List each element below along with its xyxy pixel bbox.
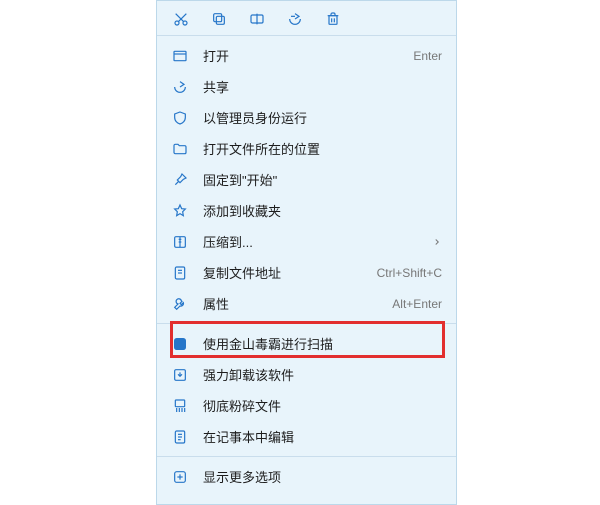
- rename-icon: [249, 11, 265, 27]
- share-button[interactable]: [285, 9, 305, 29]
- menu-item-label: 属性: [203, 294, 392, 313]
- share-icon: [287, 11, 303, 27]
- delete-icon: [325, 11, 341, 27]
- menu-item-shortcut: Alt+Enter: [392, 297, 442, 311]
- menu-item-label: 强力卸载该软件: [203, 365, 442, 384]
- menu-item-add-favorite[interactable]: 添加到收藏夹: [157, 195, 456, 226]
- menu-item-antivirus-scan[interactable]: 使用金山毒霸进行扫描: [157, 328, 456, 359]
- context-menu: 打开 Enter 共享 以管理员身份运行: [156, 0, 457, 505]
- menu-item-label: 压缩到...: [203, 232, 426, 251]
- toolbar: [157, 7, 456, 36]
- menu-item-label: 使用金山毒霸进行扫描: [203, 334, 442, 353]
- menu-item-share[interactable]: 共享: [157, 71, 456, 102]
- copy-path-icon: [171, 264, 189, 282]
- copy-icon: [211, 11, 227, 27]
- share-arrow-icon: [171, 78, 189, 96]
- menu-item-shortcut: Ctrl+Shift+C: [377, 266, 442, 280]
- menu-item-label: 共享: [203, 77, 442, 96]
- star-icon: [171, 202, 189, 220]
- folder-icon: [171, 140, 189, 158]
- menu-item-label: 在记事本中编辑: [203, 427, 442, 446]
- cut-button[interactable]: [171, 9, 191, 29]
- wrench-icon: [171, 295, 189, 313]
- antivirus-icon: [171, 335, 189, 353]
- menu-item-label: 显示更多选项: [203, 467, 442, 486]
- menu-item-edit-notepad[interactable]: 在记事本中编辑: [157, 421, 456, 452]
- cut-icon: [173, 11, 189, 27]
- menu-item-show-more[interactable]: 显示更多选项: [157, 461, 456, 492]
- menu-item-properties[interactable]: 属性 Alt+Enter: [157, 288, 456, 319]
- copy-button[interactable]: [209, 9, 229, 29]
- menu-item-pin-start[interactable]: 固定到"开始": [157, 164, 456, 195]
- menu-item-run-as-admin[interactable]: 以管理员身份运行: [157, 102, 456, 133]
- rename-button[interactable]: [247, 9, 267, 29]
- separator: [157, 456, 456, 457]
- menu-item-shortcut: Enter: [413, 49, 442, 63]
- open-icon: [171, 47, 189, 65]
- delete-button[interactable]: [323, 9, 343, 29]
- notepad-icon: [171, 428, 189, 446]
- menu-item-compress[interactable]: 压缩到...: [157, 226, 456, 257]
- menu-item-label: 添加到收藏夹: [203, 201, 442, 220]
- chevron-right-icon: [432, 237, 442, 247]
- menu-item-open[interactable]: 打开 Enter: [157, 40, 456, 71]
- menu-item-label: 彻底粉碎文件: [203, 396, 442, 415]
- archive-icon: [171, 233, 189, 251]
- menu-item-label: 打开文件所在的位置: [203, 139, 442, 158]
- menu-item-open-location[interactable]: 打开文件所在的位置: [157, 133, 456, 164]
- more-options-icon: [171, 468, 189, 486]
- menu-item-label: 固定到"开始": [203, 170, 442, 189]
- menu-item-label: 打开: [203, 46, 413, 65]
- pin-icon: [171, 171, 189, 189]
- menu-items: 打开 Enter 共享 以管理员身份运行: [157, 36, 456, 492]
- menu-item-shred[interactable]: 彻底粉碎文件: [157, 390, 456, 421]
- shred-icon: [171, 397, 189, 415]
- uninstall-icon: [171, 366, 189, 384]
- menu-item-copy-path[interactable]: 复制文件地址 Ctrl+Shift+C: [157, 257, 456, 288]
- menu-item-label: 以管理员身份运行: [203, 108, 442, 127]
- menu-item-force-uninstall[interactable]: 强力卸载该软件: [157, 359, 456, 390]
- menu-item-label: 复制文件地址: [203, 263, 377, 282]
- separator: [157, 323, 456, 324]
- shield-icon: [171, 109, 189, 127]
